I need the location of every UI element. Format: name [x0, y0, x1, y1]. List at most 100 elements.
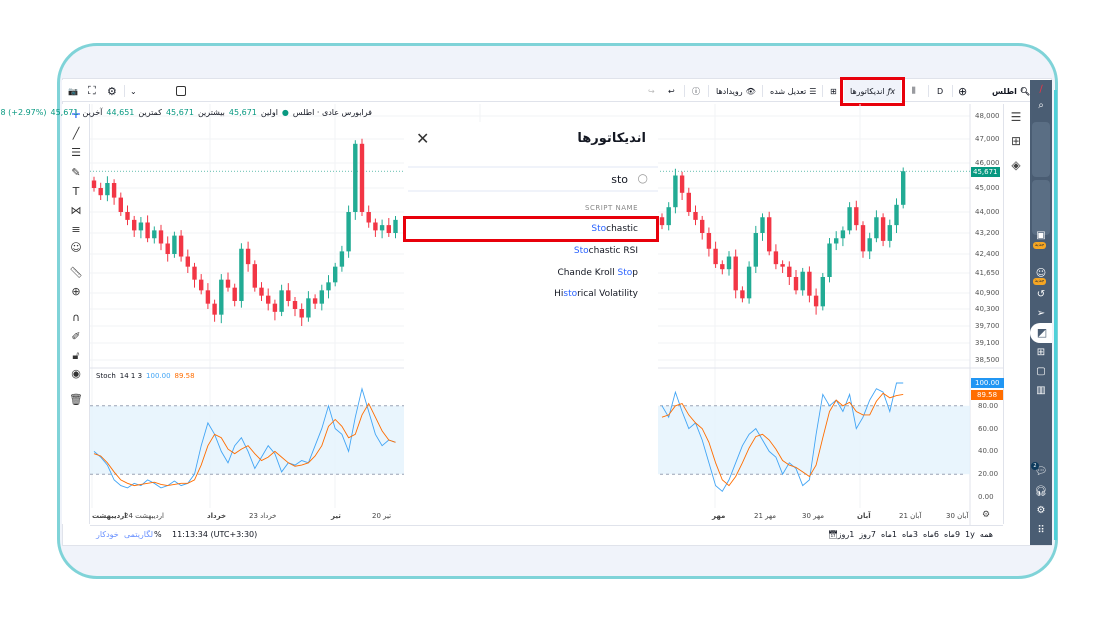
time-label: 21 آبان [899, 512, 922, 520]
candle [887, 225, 892, 241]
search-icon: ○ [637, 171, 648, 185]
high-label: بیشترین [197, 108, 225, 117]
candle [118, 197, 123, 212]
price-tick: 40,300 [975, 305, 1000, 313]
candle [753, 233, 758, 267]
stoch-legend: Stoch 14 1 3 100.00 89.58 [96, 372, 195, 380]
time-label: 21 مهر [754, 512, 776, 520]
stochastic-highlight [403, 216, 659, 242]
candle [746, 266, 752, 299]
candle [686, 192, 691, 212]
range-1d[interactable]: 1روز [838, 530, 855, 539]
time-label: 24 اردیبهشت [124, 512, 164, 520]
candle [105, 183, 110, 196]
range-3m[interactable]: 3ماه [902, 530, 918, 539]
candle [659, 217, 665, 226]
candle [379, 225, 385, 231]
low-value: 44,651 [106, 108, 135, 117]
candle [319, 290, 324, 304]
log-scale-toggle[interactable]: لگاریتمی [124, 530, 153, 539]
close-label: آخرین [82, 108, 103, 117]
candle [333, 266, 338, 283]
price-tick: 44,000 [975, 208, 1000, 216]
result-historical-volatility[interactable]: Historical Volatility [554, 289, 638, 299]
range-9m[interactable]: 9ماه [944, 530, 960, 539]
candle [901, 171, 906, 205]
range-6m[interactable]: 6ماه [923, 530, 939, 539]
candle [767, 217, 772, 252]
candle [820, 277, 825, 307]
candle [286, 290, 291, 301]
candle [292, 301, 298, 309]
candle [860, 225, 866, 252]
range-buttons: همه 1y 9ماه 6ماه 3ماه 1ماه 7روز 1روز [838, 530, 993, 539]
stoch-params: 14 1 3 [119, 372, 143, 380]
candle [219, 279, 224, 315]
candle [780, 264, 785, 267]
candle [867, 238, 872, 252]
range-all[interactable]: همه [980, 530, 993, 539]
candle [666, 207, 671, 226]
candle [773, 251, 779, 265]
time-label: تیر [331, 512, 341, 520]
candle [212, 303, 217, 315]
axis-settings-icon[interactable]: ⚙ [982, 510, 990, 520]
stoch-d-value: 89.58 [174, 372, 195, 380]
stoch-tick: 40.00 [978, 447, 999, 456]
candle [185, 256, 190, 267]
auto-scale-toggle[interactable]: خودکار [96, 530, 119, 539]
stoch-label: Stoch [96, 372, 116, 380]
candle [726, 256, 732, 270]
candle [386, 225, 391, 233]
range-7d[interactable]: 7روز [859, 530, 876, 539]
search-value: sto [611, 173, 628, 186]
price-tick: 40,900 [975, 289, 1000, 297]
percent-scale-toggle[interactable]: % [154, 530, 162, 539]
candle [172, 235, 177, 254]
candle [125, 212, 130, 220]
candle [178, 235, 184, 257]
candle [787, 266, 792, 277]
candle [740, 290, 745, 299]
candle [679, 175, 685, 193]
candle [840, 230, 846, 239]
stoch-k-value: 100.00 [146, 372, 171, 380]
candle [353, 143, 358, 212]
price-tick: 43,200 [975, 229, 1000, 237]
price-tick: 39,700 [975, 322, 1000, 330]
indicator-search-input[interactable]: ○ sto [408, 166, 658, 192]
range-1m[interactable]: 1ماه [881, 530, 897, 539]
candle [706, 233, 712, 249]
range-1y[interactable]: 1y [965, 530, 975, 539]
candle [199, 279, 204, 291]
candle [713, 248, 718, 265]
price-tick: 46,000 [975, 159, 1000, 167]
close-value: 45,671 [50, 108, 79, 117]
candle [312, 298, 318, 304]
ohlc-legend: فرابورس عادی · اطلس ● اولین 45,671 بیشتری… [0, 108, 372, 117]
candle [152, 230, 157, 239]
candle [847, 207, 852, 231]
candle [733, 256, 738, 291]
low-label: کمترین [138, 108, 162, 117]
time-label: مهر [712, 512, 726, 520]
status-dot: ● [281, 108, 289, 117]
high-value: 45,671 [165, 108, 194, 117]
result-stochastic-rsi[interactable]: Stochastic RSI [574, 246, 638, 256]
candle [111, 183, 117, 198]
close-icon[interactable]: ✕ [416, 129, 429, 148]
candle [366, 212, 371, 223]
candle [834, 238, 839, 244]
candle [720, 264, 725, 270]
stoch-tick: 60.00 [978, 424, 999, 433]
candle [880, 217, 886, 241]
stoch-k-badge: 100.00 [971, 378, 1004, 388]
stoch-tick: 20.00 [978, 470, 999, 479]
last-price-badge: 45,671 [971, 167, 1000, 177]
candle [807, 271, 812, 296]
result-chande-kroll-stop[interactable]: Chande Kroll Stop [557, 268, 638, 278]
candle [800, 271, 805, 291]
price-tick: 42,400 [975, 250, 1000, 258]
candle [894, 204, 899, 226]
price-tick: 41,650 [975, 269, 1000, 277]
